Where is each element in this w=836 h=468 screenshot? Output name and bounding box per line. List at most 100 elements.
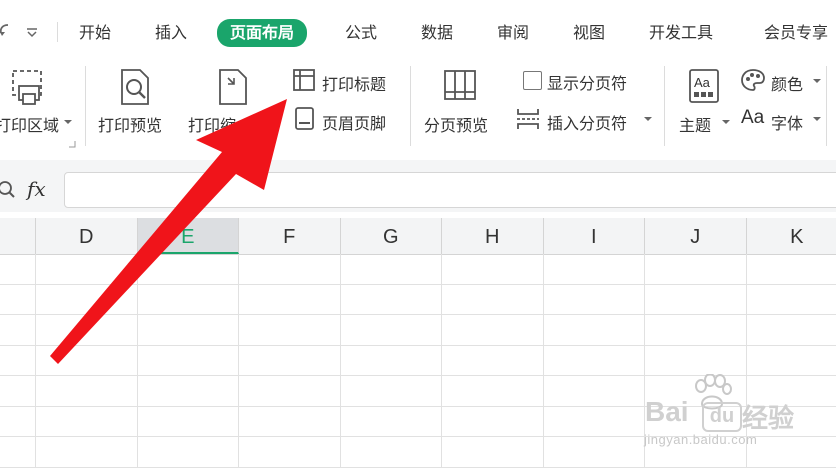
show-page-breaks-checkbox[interactable]: [523, 71, 542, 90]
print-titles-icon[interactable]: [292, 68, 318, 92]
cell[interactable]: [442, 254, 544, 285]
cell[interactable]: [137, 376, 239, 407]
tab-formula[interactable]: 公式: [345, 20, 377, 46]
fonts-button[interactable]: 字体: [771, 110, 803, 134]
print-titles-button[interactable]: 打印标题: [322, 71, 386, 95]
cell[interactable]: [340, 315, 442, 346]
cell[interactable]: [543, 437, 645, 468]
cell[interactable]: [543, 284, 645, 315]
print-scale-icon[interactable]: [216, 68, 250, 108]
print-area-button[interactable]: 打印区域: [0, 112, 59, 136]
cell[interactable]: [543, 376, 645, 407]
column-header-d[interactable]: D: [36, 218, 138, 254]
column-header-partial[interactable]: [0, 218, 36, 254]
colors-button[interactable]: 颜色: [771, 71, 803, 95]
cell[interactable]: [645, 284, 747, 315]
cell[interactable]: [0, 254, 36, 285]
page-break-preview-button[interactable]: 分页预览: [424, 112, 488, 136]
column-header-g[interactable]: G: [341, 218, 442, 254]
print-area-dropdown-icon[interactable]: [64, 120, 72, 124]
tab-dev-tools[interactable]: 开发工具: [649, 20, 713, 46]
insert-page-break-dropdown-icon[interactable]: [644, 117, 652, 121]
cell[interactable]: [746, 315, 836, 346]
cell[interactable]: [239, 284, 341, 315]
cell[interactable]: [137, 284, 239, 315]
cell[interactable]: [442, 376, 544, 407]
tab-page-layout[interactable]: 页面布局: [217, 19, 308, 47]
cell[interactable]: [543, 315, 645, 346]
page-break-preview-icon[interactable]: [442, 68, 480, 104]
column-header-e[interactable]: E: [137, 218, 239, 254]
insert-page-break-button[interactable]: 插入分页符: [547, 110, 627, 134]
cell[interactable]: [0, 345, 36, 376]
cell[interactable]: [137, 345, 239, 376]
palette-icon[interactable]: [740, 68, 766, 92]
cell[interactable]: [36, 376, 138, 407]
fx-button[interactable]: fx: [27, 177, 46, 201]
fonts-dropdown-icon[interactable]: [813, 117, 821, 121]
column-header-j[interactable]: J: [645, 218, 747, 254]
cell[interactable]: [137, 406, 239, 437]
theme-icon[interactable]: Aa: [688, 68, 722, 106]
cell[interactable]: [36, 437, 138, 468]
zoom-icon[interactable]: [0, 179, 18, 201]
colors-dropdown-icon[interactable]: [813, 79, 821, 83]
cell[interactable]: [137, 315, 239, 346]
dialog-launcher-icon[interactable]: [68, 140, 76, 148]
chevron-down-icon[interactable]: [26, 26, 38, 38]
cell[interactable]: [442, 284, 544, 315]
cell[interactable]: [340, 437, 442, 468]
cell[interactable]: [0, 437, 36, 468]
cell[interactable]: [239, 376, 341, 407]
cell[interactable]: [645, 315, 747, 346]
column-header-k[interactable]: K: [747, 218, 836, 254]
fonts-icon[interactable]: Aa: [741, 107, 764, 129]
cell[interactable]: [239, 315, 341, 346]
cell[interactable]: [746, 285, 836, 315]
formula-input[interactable]: [64, 172, 836, 208]
cell[interactable]: [36, 284, 138, 315]
tab-insert[interactable]: 插入: [155, 20, 187, 46]
print-scale-button[interactable]: 打印缩: [188, 112, 236, 136]
tab-view[interactable]: 视图: [573, 20, 605, 46]
cell[interactable]: [442, 406, 544, 437]
column-header-i[interactable]: I: [544, 218, 645, 254]
cell[interactable]: [746, 254, 836, 285]
cell[interactable]: [340, 345, 442, 376]
cell[interactable]: [239, 254, 341, 285]
cell[interactable]: [543, 406, 645, 437]
cell[interactable]: [442, 437, 544, 468]
cell[interactable]: [340, 406, 442, 437]
cell[interactable]: [0, 406, 36, 437]
cell[interactable]: [239, 406, 341, 437]
column-header-f[interactable]: F: [239, 218, 341, 254]
print-preview-icon[interactable]: [118, 68, 152, 108]
print-preview-button[interactable]: 打印预览: [98, 112, 162, 136]
cell[interactable]: [442, 345, 544, 376]
cell[interactable]: [645, 345, 747, 376]
cell[interactable]: [340, 254, 442, 285]
cell[interactable]: [36, 345, 138, 376]
header-footer-icon[interactable]: [294, 106, 316, 132]
cell[interactable]: [239, 437, 341, 468]
cell[interactable]: [0, 376, 36, 407]
header-footer-button[interactable]: 页眉页脚: [322, 110, 386, 134]
cell[interactable]: [239, 345, 341, 376]
cell[interactable]: [543, 254, 645, 285]
theme-button[interactable]: 主题: [679, 112, 711, 136]
theme-dropdown-icon[interactable]: [722, 120, 730, 124]
cell[interactable]: [340, 376, 442, 407]
column-header-h[interactable]: H: [442, 218, 544, 254]
tab-start[interactable]: 开始: [79, 20, 111, 46]
cell[interactable]: [442, 315, 544, 346]
cell[interactable]: [36, 315, 138, 346]
tab-review[interactable]: 审阅: [497, 20, 529, 46]
insert-page-break-icon[interactable]: [515, 106, 541, 132]
tab-data[interactable]: 数据: [421, 20, 453, 46]
undo-icon[interactable]: [0, 22, 10, 42]
cell[interactable]: [543, 345, 645, 376]
cell[interactable]: [137, 254, 239, 285]
tab-member[interactable]: 会员专享: [764, 20, 828, 46]
cell[interactable]: [645, 254, 747, 285]
cell[interactable]: [36, 406, 138, 437]
